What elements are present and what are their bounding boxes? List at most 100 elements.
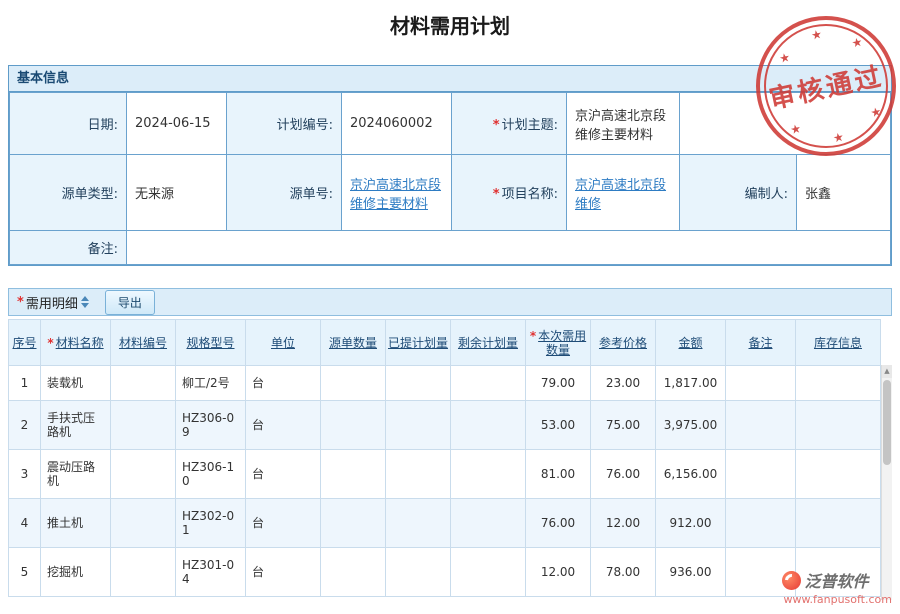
cell-source-qty xyxy=(321,450,386,499)
cell-name: 挖掘机 xyxy=(41,548,111,597)
required-asterisk: * xyxy=(47,336,53,350)
remark-label: 备注: xyxy=(10,231,127,265)
table-row[interactable]: 5 挖掘机 HZ301-04 台 12.00 78.00 936.00 xyxy=(9,548,881,597)
date-label: 日期: xyxy=(10,93,127,155)
detail-section-bar: * 需用明细 导出 xyxy=(8,288,892,316)
cell-planned-qty xyxy=(386,401,451,450)
source-type-value: 无来源 xyxy=(127,155,227,231)
cell-unit: 台 xyxy=(246,548,321,597)
cell-seq: 1 xyxy=(9,366,41,401)
col-amount[interactable]: 金额 xyxy=(656,320,726,366)
required-asterisk: * xyxy=(17,295,24,310)
cell-seq: 2 xyxy=(9,401,41,450)
cell-amount: 912.00 xyxy=(656,499,726,548)
detail-table-wrap: 序号 *材料名称 材料编号 规格型号 单位 源单数量 已提计划量 剩余计划量 *… xyxy=(8,319,892,597)
scrollbar-thumb[interactable] xyxy=(883,380,891,465)
cell-ref-price: 78.00 xyxy=(591,548,656,597)
cell-source-qty xyxy=(321,499,386,548)
cell-ref-price: 23.00 xyxy=(591,366,656,401)
cell-planned-qty xyxy=(386,450,451,499)
sort-icon[interactable] xyxy=(81,296,89,308)
required-asterisk: * xyxy=(530,329,536,343)
cell-ref-price: 76.00 xyxy=(591,450,656,499)
cell-planned-qty xyxy=(386,499,451,548)
export-button[interactable]: 导出 xyxy=(105,290,155,315)
cell-remark xyxy=(726,499,796,548)
cell-inventory xyxy=(796,401,881,450)
empty-cell xyxy=(680,93,891,155)
cell-remaining-qty xyxy=(451,499,526,548)
cell-remark xyxy=(726,366,796,401)
scroll-up-icon[interactable]: ▲ xyxy=(882,365,892,378)
col-remaining-qty[interactable]: 剩余计划量 xyxy=(451,320,526,366)
cell-code xyxy=(111,366,176,401)
basic-info-panel: 基本信息 日期: 2024-06-15 计划编号: 2024060002 *计划… xyxy=(8,65,892,266)
cell-spec: HZ301-04 xyxy=(176,548,246,597)
page-title: 材料需用计划 xyxy=(0,14,900,38)
col-inventory[interactable]: 库存信息 xyxy=(796,320,881,366)
cell-spec: HZ306-09 xyxy=(176,401,246,450)
vertical-scrollbar[interactable]: ▲ xyxy=(881,365,892,600)
col-planned-qty[interactable]: 已提计划量 xyxy=(386,320,451,366)
cell-remaining-qty xyxy=(451,450,526,499)
cell-ref-price: 12.00 xyxy=(591,499,656,548)
cell-remaining-qty xyxy=(451,548,526,597)
cell-planned-qty xyxy=(386,366,451,401)
vendor-logo-icon xyxy=(782,571,801,590)
cell-name: 推土机 xyxy=(41,499,111,548)
cell-planned-qty xyxy=(386,548,451,597)
table-row[interactable]: 2 手扶式压路机 HZ306-09 台 53.00 75.00 3,975.00 xyxy=(9,401,881,450)
plan-subject-value: 京沪高速北京段维修主要材料 xyxy=(567,93,680,155)
detail-section-title: 需用明细 xyxy=(26,293,78,312)
table-row[interactable]: 1 装载机 柳工/2号 台 79.00 23.00 1,817.00 xyxy=(9,366,881,401)
cell-amount: 3,975.00 xyxy=(656,401,726,450)
col-material-name[interactable]: *材料名称 xyxy=(41,320,111,366)
cell-seq: 4 xyxy=(9,499,41,548)
plan-subject-label: *计划主题: xyxy=(452,93,567,155)
star-icon: ★ xyxy=(778,51,791,65)
source-no-link[interactable]: 京沪高速北京段维修主要材料 xyxy=(350,178,441,212)
table-row[interactable]: 3 震动压路机 HZ306-10 台 81.00 76.00 6,156.00 xyxy=(9,450,881,499)
cell-inventory xyxy=(796,366,881,401)
cell-required-qty: 53.00 xyxy=(526,401,591,450)
cell-code xyxy=(111,499,176,548)
cell-inventory xyxy=(796,499,881,548)
cell-amount: 936.00 xyxy=(656,548,726,597)
table-header-row: 序号 *材料名称 材料编号 规格型号 单位 源单数量 已提计划量 剩余计划量 *… xyxy=(9,320,881,366)
cell-spec: HZ302-01 xyxy=(176,499,246,548)
project-label: *项目名称: xyxy=(452,155,567,231)
cell-unit: 台 xyxy=(246,366,321,401)
remark-value xyxy=(127,231,891,265)
required-asterisk: * xyxy=(493,187,500,202)
source-type-label: 源单类型: xyxy=(10,155,127,231)
creator-label: 编制人: xyxy=(680,155,797,231)
cell-remark xyxy=(726,450,796,499)
date-value: 2024-06-15 xyxy=(127,93,227,155)
cell-code xyxy=(111,548,176,597)
source-no-label: 源单号: xyxy=(227,155,342,231)
cell-name: 震动压路机 xyxy=(41,450,111,499)
project-link[interactable]: 京沪高速北京段维修 xyxy=(575,178,666,212)
basic-info-form: 日期: 2024-06-15 计划编号: 2024060002 *计划主题: 京… xyxy=(9,92,891,265)
cell-seq: 5 xyxy=(9,548,41,597)
col-unit[interactable]: 单位 xyxy=(246,320,321,366)
col-spec[interactable]: 规格型号 xyxy=(176,320,246,366)
cell-source-qty xyxy=(321,366,386,401)
cell-remaining-qty xyxy=(451,401,526,450)
cell-source-qty xyxy=(321,548,386,597)
col-ref-price[interactable]: 参考价格 xyxy=(591,320,656,366)
cell-code xyxy=(111,450,176,499)
cell-unit: 台 xyxy=(246,499,321,548)
table-row[interactable]: 4 推土机 HZ302-01 台 76.00 12.00 912.00 xyxy=(9,499,881,548)
basic-info-section-title: 基本信息 xyxy=(9,66,891,92)
cell-required-qty: 76.00 xyxy=(526,499,591,548)
cell-source-qty xyxy=(321,401,386,450)
cell-name: 手扶式压路机 xyxy=(41,401,111,450)
col-required-qty[interactable]: *本次需用数量 xyxy=(526,320,591,366)
cell-amount: 6,156.00 xyxy=(656,450,726,499)
col-remark[interactable]: 备注 xyxy=(726,320,796,366)
col-seq[interactable]: 序号 xyxy=(9,320,41,366)
col-material-code[interactable]: 材料编号 xyxy=(111,320,176,366)
cell-code xyxy=(111,401,176,450)
col-source-qty[interactable]: 源单数量 xyxy=(321,320,386,366)
